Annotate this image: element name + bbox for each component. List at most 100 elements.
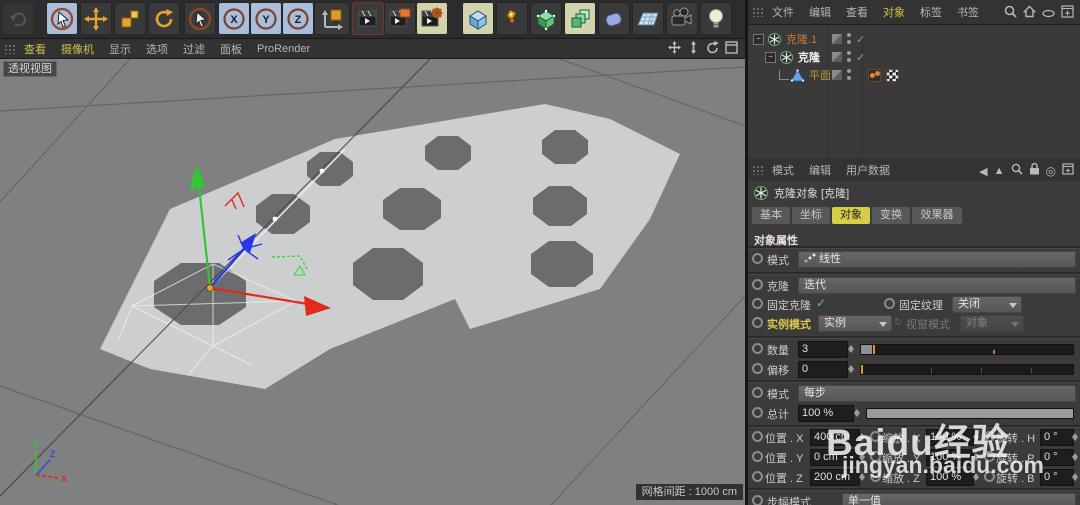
target-icon[interactable]: ◎ <box>1046 164 1056 178</box>
menu-grip-icon[interactable] <box>4 44 16 54</box>
offset-field[interactable]: 0 <box>798 361 848 378</box>
fix-texture-dropdown[interactable]: 关闭 <box>952 296 1022 313</box>
array-clones-button[interactable] <box>564 2 596 35</box>
key-circle-icon[interactable] <box>752 279 763 290</box>
move-tool-button[interactable] <box>80 2 112 35</box>
floor-environment-button[interactable] <box>632 2 664 35</box>
axis-z-lock-button[interactable]: Z <box>282 2 314 35</box>
step-value-dropdown[interactable]: 单一值 <box>842 493 1076 505</box>
om-menu-bookmarks[interactable]: 书签 <box>957 4 979 20</box>
am-menu-mode[interactable]: 模式 <box>772 162 794 178</box>
expand-icon[interactable]: − <box>765 52 776 63</box>
om-menu-objects[interactable]: 对象 <box>883 4 905 20</box>
camera-button[interactable] <box>666 2 698 35</box>
texture-tag-icon[interactable] <box>886 69 899 82</box>
key-circle-icon[interactable] <box>870 451 881 462</box>
menu-panel[interactable]: 面板 <box>220 41 242 57</box>
visibility-dots-icon[interactable] <box>847 69 851 81</box>
stepper-icon[interactable] <box>858 450 866 464</box>
render-mode-dropdown[interactable]: 对象 <box>960 315 1024 332</box>
phong-tag-icon[interactable] <box>868 69 881 82</box>
clones-dropdown[interactable]: 迭代 <box>798 277 1076 294</box>
tab-basic[interactable]: 基本 <box>752 207 790 224</box>
key-circle-icon[interactable] <box>984 451 995 462</box>
offset-slider[interactable] <box>860 364 1074 375</box>
tab-coordinates[interactable]: 坐标 <box>792 207 830 224</box>
maximize-view-icon[interactable] <box>724 40 739 55</box>
layer-icon[interactable] <box>832 52 842 62</box>
count-slider[interactable] <box>860 344 1074 355</box>
menu-grip-icon[interactable] <box>752 165 764 175</box>
total-slider[interactable] <box>866 408 1074 419</box>
rot-b-field[interactable]: 0 ° <box>1040 469 1074 486</box>
tab-effectors[interactable]: 效果器 <box>912 207 962 224</box>
search-icon[interactable] <box>1004 5 1017 23</box>
axis-y-lock-button[interactable]: Y <box>250 2 282 35</box>
key-circle-icon[interactable] <box>752 451 763 462</box>
step-mode-dropdown[interactable]: 每步 <box>798 385 1076 402</box>
stepper-icon[interactable] <box>1071 470 1079 484</box>
key-circle-icon[interactable] <box>984 471 995 482</box>
key-circle-icon[interactable] <box>752 431 763 442</box>
primitive-cube-button[interactable] <box>462 2 494 35</box>
pos-x-field[interactable]: 400 cm <box>810 429 860 446</box>
object-row-cloner[interactable]: − 克隆 ✓ <box>748 48 1080 66</box>
object-name[interactable]: 克隆.1 <box>786 31 817 47</box>
cloned-plane[interactable] <box>100 104 680 389</box>
key-circle-icon[interactable] <box>752 343 763 354</box>
slider-handle[interactable] <box>861 345 872 354</box>
key-circle-icon[interactable] <box>752 387 763 398</box>
stepper-icon[interactable] <box>1071 450 1079 464</box>
am-menu-userdata[interactable]: 用户数据 <box>846 162 890 178</box>
stepper-icon[interactable] <box>858 470 866 484</box>
am-menu-edit[interactable]: 编辑 <box>809 162 831 178</box>
enabled-check-icon[interactable]: ✓ <box>856 33 865 46</box>
object-row-plane[interactable]: 平面 <box>748 66 1080 84</box>
menu-options[interactable]: 选项 <box>146 41 168 57</box>
om-menu-file[interactable]: 文件 <box>772 4 794 20</box>
key-circle-icon[interactable] <box>752 253 763 264</box>
back-icon[interactable]: ◀ <box>979 165 987 178</box>
stepper-icon[interactable] <box>972 470 980 484</box>
pos-y-field[interactable]: 0 cm <box>810 449 860 466</box>
generators-button[interactable] <box>530 2 562 35</box>
search-icon[interactable] <box>1011 162 1023 180</box>
layer-icon[interactable] <box>832 34 842 44</box>
object-name[interactable]: 平面 <box>809 67 831 83</box>
stepper-icon[interactable] <box>1071 430 1079 444</box>
object-row-cloner1[interactable]: − 克隆.1 ✓ <box>748 30 1080 48</box>
panel-add-icon[interactable] <box>1061 5 1074 23</box>
scale-z-field[interactable]: 100 % <box>926 469 974 486</box>
rotate-tool-button[interactable] <box>148 2 180 35</box>
stepper-icon[interactable] <box>972 450 980 464</box>
expand-icon[interactable]: − <box>753 34 764 45</box>
key-circle-icon[interactable] <box>884 298 895 309</box>
viewport-3d[interactable]: Y Z X 透视视图 网格间距 : 1000 cm <box>0 59 745 505</box>
menu-camera[interactable]: 摄像机 <box>61 41 94 57</box>
key-circle-icon[interactable] <box>870 471 881 482</box>
tab-object[interactable]: 对象 <box>832 207 870 224</box>
key-circle-icon[interactable] <box>870 431 881 442</box>
object-name[interactable]: 克隆 <box>798 49 820 65</box>
visibility-dots-icon[interactable] <box>847 51 851 63</box>
panel-add-icon[interactable] <box>1062 162 1074 180</box>
live-selection-button[interactable] <box>46 2 78 35</box>
key-circle-icon[interactable] <box>984 431 995 442</box>
pos-z-field[interactable]: 200 cm <box>810 469 860 486</box>
eye-icon[interactable] <box>1042 5 1055 23</box>
scale-tool-button[interactable] <box>114 2 146 35</box>
stepper-icon[interactable] <box>853 406 861 420</box>
deformers-button[interactable] <box>598 2 630 35</box>
selection-tool-button[interactable] <box>184 2 216 35</box>
up-icon[interactable]: ▲ <box>994 165 1005 177</box>
scale-y-field[interactable]: 100 % <box>926 449 974 466</box>
instance-mode-dropdown[interactable]: 实例 <box>818 315 892 332</box>
axis-x-lock-button[interactable]: X <box>218 2 250 35</box>
zoom-icon[interactable] <box>686 40 701 55</box>
light-button[interactable] <box>700 2 732 35</box>
key-circle-icon[interactable] <box>752 407 763 418</box>
total-field[interactable]: 100 % <box>798 405 854 422</box>
visibility-dots-icon[interactable] <box>847 33 851 45</box>
tab-transform[interactable]: 变换 <box>872 207 910 224</box>
home-icon[interactable] <box>1023 5 1036 23</box>
